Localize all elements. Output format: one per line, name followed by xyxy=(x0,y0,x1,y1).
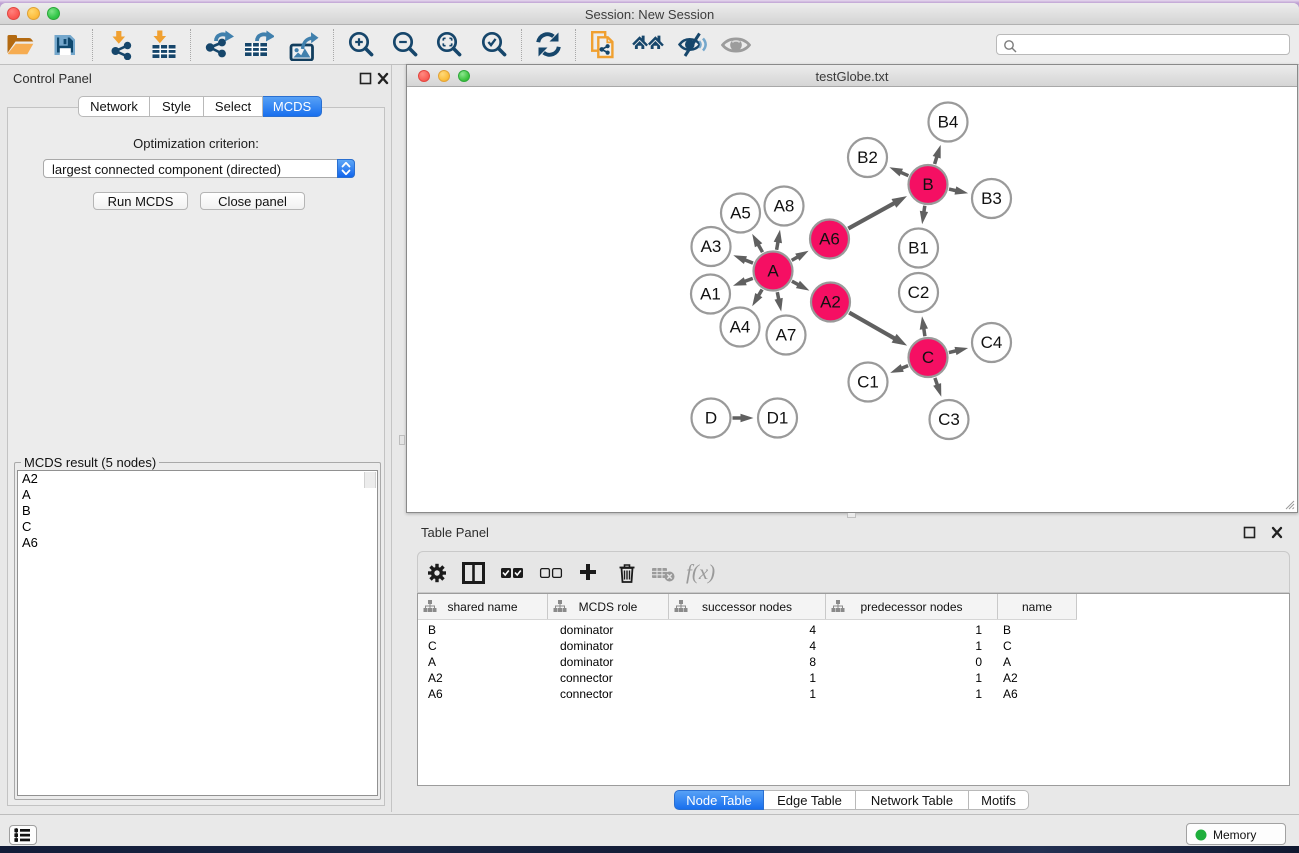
svg-text:A5: A5 xyxy=(730,204,751,223)
svg-text:C1: C1 xyxy=(857,373,879,392)
svg-text:C3: C3 xyxy=(938,410,960,429)
svg-text:B1: B1 xyxy=(908,239,929,258)
svg-text:A: A xyxy=(767,262,779,281)
svg-text:C4: C4 xyxy=(981,333,1003,352)
svg-text:C: C xyxy=(922,348,934,367)
svg-text:B: B xyxy=(922,175,933,194)
svg-text:A8: A8 xyxy=(774,197,795,216)
svg-text:A4: A4 xyxy=(730,318,751,337)
svg-text:D1: D1 xyxy=(767,409,789,428)
svg-text:A1: A1 xyxy=(700,285,721,304)
svg-text:D: D xyxy=(705,409,717,428)
svg-text:A3: A3 xyxy=(701,237,722,256)
svg-text:B2: B2 xyxy=(857,148,878,167)
svg-text:B3: B3 xyxy=(981,189,1002,208)
svg-text:A7: A7 xyxy=(776,326,797,345)
svg-text:A2: A2 xyxy=(820,293,841,312)
svg-text:C2: C2 xyxy=(908,283,930,302)
svg-text:B4: B4 xyxy=(938,113,959,132)
svg-text:A6: A6 xyxy=(819,230,840,249)
